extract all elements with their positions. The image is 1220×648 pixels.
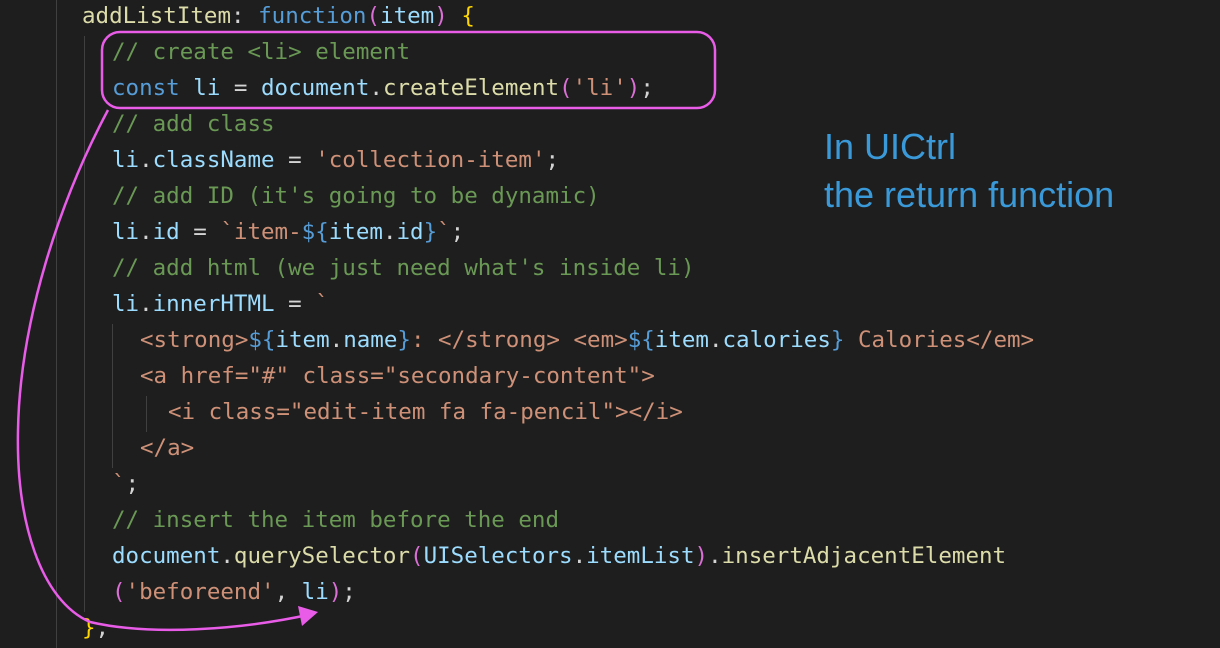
arrow-head-icon xyxy=(298,606,318,626)
annotation-drawing xyxy=(16,30,717,632)
code-editor[interactable]: addListItem: function(item) {// create <… xyxy=(0,0,1220,648)
highlight-box xyxy=(100,30,717,110)
highlight-arrow-curve xyxy=(16,109,313,632)
